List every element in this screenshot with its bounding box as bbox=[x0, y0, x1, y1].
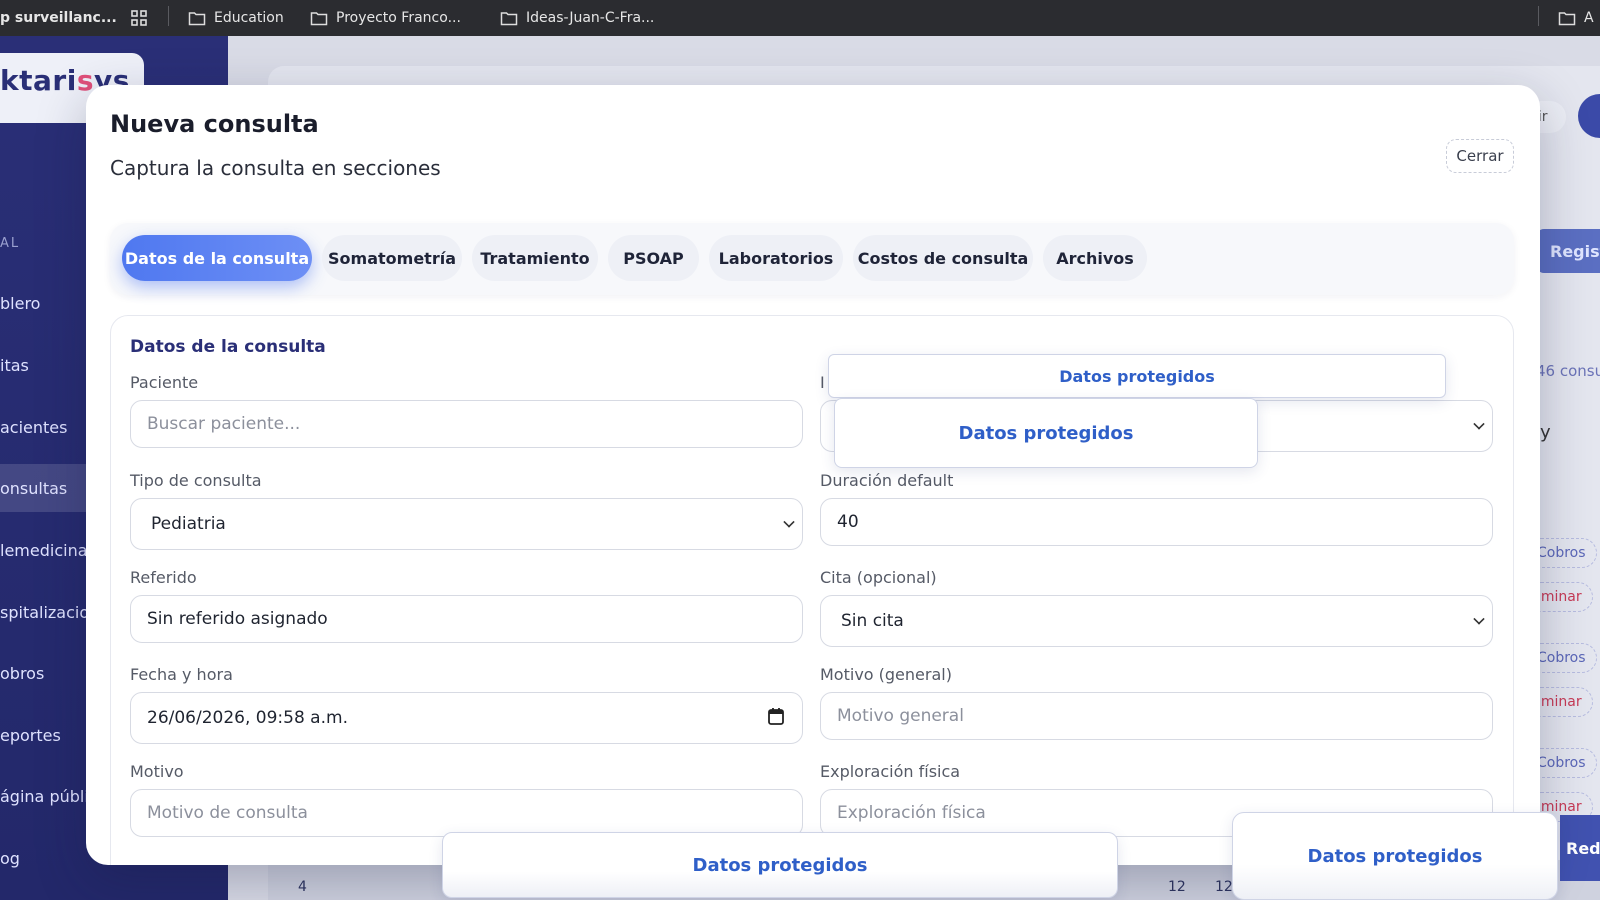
cita-label: Cita (opcional) bbox=[820, 568, 937, 587]
tab-tratamiento[interactable]: Tratamiento bbox=[472, 235, 598, 281]
tab-costos-consulta[interactable]: Costos de consulta bbox=[853, 235, 1033, 281]
motivo-general-input[interactable]: Motivo general bbox=[820, 692, 1493, 740]
bookmark-label: A bbox=[1584, 10, 1594, 26]
tab-laboratorios[interactable]: Laboratorios bbox=[709, 235, 843, 281]
paciente-search-input[interactable]: Buscar paciente... bbox=[130, 400, 803, 448]
motivo-general-label: Motivo (general) bbox=[820, 665, 952, 684]
protected-overlay: Datos protegidos bbox=[828, 354, 1446, 398]
bookmark-label: Proyecto Franco... bbox=[336, 10, 461, 26]
tab-datos-consulta[interactable]: Datos de la consulta bbox=[122, 235, 312, 281]
folder-icon bbox=[500, 12, 518, 26]
hidden-field-label: I bbox=[820, 373, 825, 392]
table-cell: 4 bbox=[298, 879, 307, 895]
tab-somatometria[interactable]: Somatometría bbox=[322, 235, 462, 281]
chevron-down-icon bbox=[783, 516, 795, 528]
bookmark-label: Education bbox=[214, 10, 284, 26]
bookmark-proyecto[interactable]: Proyecto Franco... bbox=[310, 0, 461, 36]
referido-label: Referido bbox=[130, 568, 197, 587]
consultas-count: 46 consu bbox=[1536, 362, 1600, 380]
close-button[interactable]: Cerrar bbox=[1446, 139, 1514, 173]
sidebar-section-label: AL bbox=[0, 236, 21, 251]
register-button[interactable]: Regist bbox=[1536, 229, 1600, 273]
table-cell: 12 bbox=[1168, 879, 1186, 895]
datetime-value: 26/06/2026, 09:58 a.m. bbox=[147, 708, 348, 728]
bookmark-label: Ideas-Juan-C-Fra... bbox=[526, 10, 655, 26]
protected-overlay: Datos protegidos bbox=[442, 832, 1118, 898]
paciente-label: Paciente bbox=[130, 373, 199, 392]
referido-input[interactable]: Sin referido asignado bbox=[130, 595, 803, 643]
folder-icon bbox=[1558, 12, 1576, 26]
modal-title: Nueva consulta bbox=[110, 110, 319, 138]
list-letter: y bbox=[1540, 422, 1551, 443]
fecha-hora-input[interactable]: 26/06/2026, 09:58 a.m. bbox=[130, 692, 803, 744]
bookmarks-bar: p surveillanc... Education Proyecto Fran… bbox=[0, 0, 1600, 36]
table-cell: 12 bbox=[1215, 879, 1233, 895]
folder-icon bbox=[188, 12, 206, 26]
chevron-down-icon bbox=[1473, 418, 1485, 430]
select-value: Sin cita bbox=[841, 611, 904, 631]
protected-overlay: Datos protegidos bbox=[834, 398, 1258, 468]
cita-select[interactable]: Sin cita bbox=[820, 595, 1493, 647]
tab-archivos[interactable]: Archivos bbox=[1043, 235, 1147, 281]
motivo-label: Motivo bbox=[130, 762, 184, 781]
chevron-down-icon bbox=[1473, 613, 1485, 625]
protected-overlay: Datos protegidos bbox=[1232, 812, 1558, 900]
folder-icon bbox=[310, 12, 328, 26]
bookmark-label: p surveillanc... bbox=[0, 10, 117, 26]
duracion-input[interactable]: 40 bbox=[820, 498, 1493, 546]
duracion-label: Duración default bbox=[820, 471, 954, 490]
bookmark-ideas[interactable]: Ideas-Juan-C-Fra... bbox=[500, 0, 654, 36]
motivo-input[interactable]: Motivo de consulta bbox=[130, 789, 803, 837]
select-value: Pediatria bbox=[151, 514, 226, 534]
apps-grid-icon[interactable] bbox=[130, 0, 148, 36]
bookmark-other[interactable]: A bbox=[1558, 0, 1594, 36]
section-tabs: Datos de la consulta Somatometría Tratam… bbox=[110, 223, 1514, 295]
tipo-consulta-label: Tipo de consulta bbox=[130, 471, 262, 490]
calendar-icon[interactable] bbox=[768, 707, 784, 725]
modal-subtitle: Captura la consulta en secciones bbox=[110, 156, 441, 180]
fecha-hora-label: Fecha y hora bbox=[130, 665, 233, 684]
redirect-button[interactable]: Redi bbox=[1560, 815, 1600, 881]
section-title: Datos de la consulta bbox=[130, 337, 326, 357]
bookmark-education[interactable]: Education bbox=[188, 0, 284, 36]
tab-psoap[interactable]: PSOAP bbox=[608, 235, 699, 281]
exploracion-label: Exploración física bbox=[820, 762, 961, 781]
tipo-consulta-select[interactable]: Pediatria bbox=[130, 498, 803, 550]
bookmark-surveillance[interactable]: p surveillanc... bbox=[0, 0, 117, 36]
new-consultation-modal: Nueva consulta Captura la consulta en se… bbox=[86, 85, 1540, 865]
